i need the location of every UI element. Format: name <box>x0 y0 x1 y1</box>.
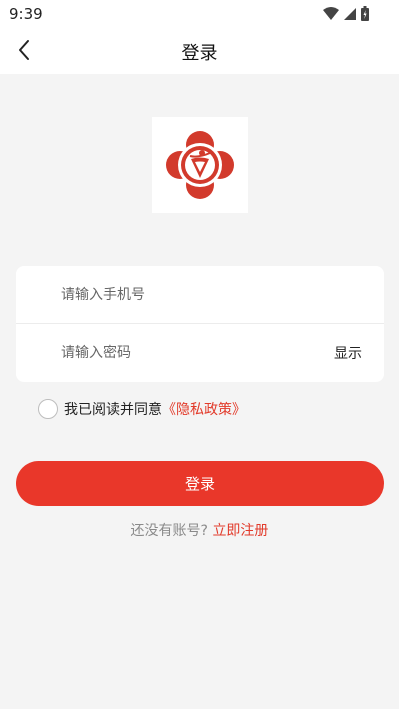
password-input[interactable] <box>61 324 311 382</box>
agreement-text: 我已阅读并同意 <box>64 402 162 418</box>
status-icons <box>323 6 369 25</box>
agreement-row: 我已阅读并同意 《隐私政策》 <box>38 398 246 420</box>
login-form: 显示 <box>16 266 384 382</box>
phone-input[interactable] <box>61 266 311 324</box>
nav-bar: 登录 <box>0 28 399 74</box>
login-button[interactable]: 登录 <box>16 461 384 506</box>
register-row: 还没有账号? 立即注册 <box>0 520 399 540</box>
register-link[interactable]: 立即注册 <box>212 523 268 539</box>
status-time: 9:39 <box>9 5 43 23</box>
page-title: 登录 <box>181 43 218 64</box>
signal-icon <box>343 6 357 25</box>
battery-icon <box>361 6 369 25</box>
status-bar: 9:39 <box>0 0 399 28</box>
show-password-button[interactable]: 显示 <box>334 343 362 363</box>
privacy-policy-link[interactable]: 《隐私政策》 <box>162 399 246 419</box>
register-hint: 还没有账号? <box>130 523 208 539</box>
phone-row <box>16 266 384 324</box>
agreement-checkbox[interactable] <box>38 399 58 419</box>
wifi-icon <box>323 6 339 25</box>
app-logo <box>152 117 248 213</box>
brand-logo <box>166 131 234 199</box>
password-row: 显示 <box>16 324 384 382</box>
